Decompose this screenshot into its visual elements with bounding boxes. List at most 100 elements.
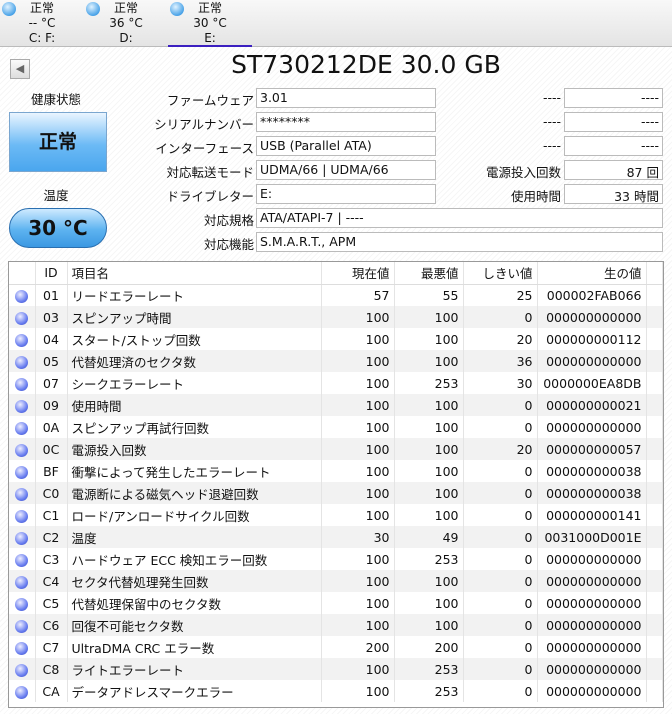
- status-cell: [9, 306, 36, 328]
- worst-value: 100: [394, 570, 464, 592]
- table-row[interactable]: 09 使用時間 100 100 0 000000000021: [9, 394, 663, 416]
- current-value: 30: [321, 526, 395, 548]
- table-row[interactable]: BF 衝撃によって発生したエラーレート 100 100 0 000000000038: [9, 460, 663, 482]
- attribute-id: 01: [35, 284, 68, 306]
- filler-cell: [646, 570, 663, 592]
- current-value: 100: [321, 438, 395, 460]
- raw-value: 000000000000: [537, 416, 647, 438]
- drive-title: ST730212DE 30.0 GB: [231, 50, 501, 79]
- status-cell: [9, 460, 36, 482]
- status-dot-icon: [15, 355, 29, 369]
- column-header-attribute[interactable]: 項目名: [67, 262, 322, 285]
- drive-temp: 30 °C: [193, 16, 227, 30]
- drive-temp: 36 °C: [109, 16, 143, 30]
- table-row[interactable]: 07 シークエラーレート 100 253 30 0000000EA8DB: [9, 372, 663, 394]
- extra-field-1: ----: [564, 88, 663, 108]
- filler-cell: [646, 438, 663, 460]
- worst-value: 100: [394, 592, 464, 614]
- column-header-current[interactable]: 現在値: [321, 262, 395, 285]
- current-value: 100: [321, 350, 395, 372]
- raw-value: 000000000000: [537, 306, 647, 328]
- filler-cell: [646, 526, 663, 548]
- threshold-value: 25: [463, 284, 538, 306]
- worst-value: 100: [394, 482, 464, 504]
- threshold-value: 0: [463, 592, 538, 614]
- status-cell: [9, 438, 36, 460]
- status-dot-icon: [15, 465, 29, 479]
- drive-tab[interactable]: 正常 -- °C C: F:: [0, 0, 84, 47]
- table-row[interactable]: C4 セクタ代替処理発生回数 100 100 0 000000000000: [9, 570, 663, 592]
- table-row[interactable]: CA データアドレスマークエラー 100 253 0 000000000000: [9, 680, 663, 702]
- threshold-value: 0: [463, 614, 538, 636]
- filler-cell: [646, 548, 663, 570]
- worst-value: 100: [394, 394, 464, 416]
- column-header-raw[interactable]: 生の値: [537, 262, 647, 285]
- status-cell: [9, 328, 36, 350]
- status-dot-icon: [15, 443, 29, 457]
- threshold-value: 0: [463, 504, 538, 526]
- attribute-id: 04: [35, 328, 68, 350]
- attribute-id: C7: [35, 636, 68, 658]
- table-row[interactable]: C5 代替処理保留中のセクタ数 100 100 0 000000000000: [9, 592, 663, 614]
- interface-label: インターフェース: [155, 141, 254, 156]
- attribute-name: データアドレスマークエラー: [67, 680, 322, 702]
- table-row[interactable]: C2 温度 30 49 0 0031000D001E: [9, 526, 663, 548]
- filler-cell: [646, 592, 663, 614]
- attribute-name: ライトエラーレート: [67, 658, 322, 680]
- status-dot-icon: [15, 509, 29, 523]
- drive-tab[interactable]: 正常 30 °C E:: [168, 0, 252, 47]
- raw-value: 000000000021: [537, 394, 647, 416]
- table-row[interactable]: C6 回復不可能セクタ数 100 100 0 000000000000: [9, 614, 663, 636]
- threshold-value: 0: [463, 526, 538, 548]
- extra-field-3: ----: [564, 136, 663, 156]
- table-row[interactable]: 05 代替処理済のセクタ数 100 100 36 000000000000: [9, 350, 663, 372]
- status-cell: [9, 680, 36, 702]
- column-header-worst[interactable]: 最悪値: [394, 262, 464, 285]
- table-row[interactable]: 0A スピンアップ再試行回数 100 100 0 000000000000: [9, 416, 663, 438]
- status-dot-icon: [15, 311, 29, 325]
- table-row[interactable]: C7 UltraDMA CRC エラー数 200 200 0 000000000000: [9, 636, 663, 658]
- worst-value: 100: [394, 416, 464, 438]
- table-row[interactable]: C3 ハードウェア ECC 検知エラー回数 100 253 0 000000000000: [9, 548, 663, 570]
- status-dot-icon: [15, 619, 29, 633]
- status-dot-icon: [15, 289, 29, 303]
- status-dot-icon: [15, 575, 29, 589]
- threshold-value: 36: [463, 350, 538, 372]
- worst-value: 100: [394, 614, 464, 636]
- attribute-id: C0: [35, 482, 68, 504]
- raw-value: 000000000000: [537, 592, 647, 614]
- smart-table[interactable]: ID 項目名 現在値 最悪値 しきい値 生の値 01 リードエラーレート 57 55 2…: [8, 261, 664, 708]
- raw-value: 000000000000: [537, 680, 647, 702]
- table-row[interactable]: C1 ロード/アンロードサイクル回数 100 100 0 000000000141: [9, 504, 663, 526]
- firmware-label: ファームウェア: [166, 93, 254, 108]
- attribute-name: シークエラーレート: [67, 372, 322, 394]
- status-cell: [9, 548, 36, 570]
- drive-tab[interactable]: 正常 36 °C D:: [84, 0, 168, 47]
- table-row[interactable]: 01 リードエラーレート 57 55 25 000002FAB066: [9, 284, 663, 306]
- attribute-id: 03: [35, 306, 68, 328]
- drive-temp: -- °C: [28, 16, 56, 30]
- attribute-id: C2: [35, 526, 68, 548]
- table-row[interactable]: 04 スタート/ストップ回数 100 100 20 000000000112: [9, 328, 663, 350]
- health-status-button[interactable]: 正常: [9, 112, 107, 172]
- filler-cell: [646, 614, 663, 636]
- column-header-id[interactable]: ID: [35, 262, 68, 285]
- features-field: S.M.A.R.T., APM: [256, 232, 663, 252]
- status-cell: [9, 636, 36, 658]
- status-dot-icon: [15, 663, 29, 677]
- table-row[interactable]: 0C 電源投入回数 100 100 20 000000000057: [9, 438, 663, 460]
- status-cell: [9, 614, 36, 636]
- table-row[interactable]: C0 電源断による磁気ヘッド退避回数 100 100 0 000000000038: [9, 482, 663, 504]
- standard-field: ATA/ATAPI-7 | ----: [256, 208, 663, 228]
- raw-value: 000000000057: [537, 438, 647, 460]
- table-row[interactable]: C8 ライトエラーレート 100 253 0 000000000000: [9, 658, 663, 680]
- table-row[interactable]: 03 スピンアップ時間 100 100 0 000000000000: [9, 306, 663, 328]
- attribute-id: 09: [35, 394, 68, 416]
- raw-value: 0000000EA8DB: [537, 372, 647, 394]
- attribute-id: 0A: [35, 416, 68, 438]
- attribute-id: C1: [35, 504, 68, 526]
- status-dot-icon: [15, 597, 29, 611]
- status-dot-icon: [15, 641, 29, 655]
- attribute-name: スピンアップ再試行回数: [67, 416, 322, 438]
- column-header-threshold[interactable]: しきい値: [463, 262, 538, 285]
